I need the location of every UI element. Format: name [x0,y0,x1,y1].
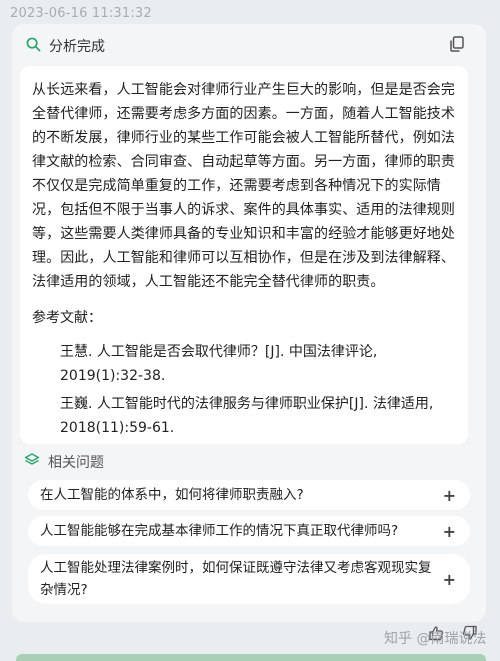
related-question-text: 人工智能处理法律案例时，如何保证既遵守法律又考虑客观现实复杂情况? [40,560,432,598]
copy-button[interactable] [449,35,465,56]
message-timestamp: 2023-06-16 11:31:32 [10,6,152,21]
reference-item: 王巍. 人工智能时代的法律服务与律师职业保护[J]. 法律适用, 2018(11… [60,396,434,436]
related-question-text: 人工智能能够在完成基本律师工作的情况下真正取代律师吗? [40,523,399,539]
related-header: 相关问题 [24,452,104,472]
answer-bubble: 从长远来看，人工智能会对律师行业产生巨大的影响，但是是否会完全替代律师，还需要考… [20,66,468,444]
related-question[interactable]: 人工智能能够在完成基本律师工作的情况下真正取代律师吗? + [28,516,470,546]
references-title: 参考文献： [32,310,102,326]
answer-text: 从长远来看，人工智能会对律师行业产生巨大的影响，但是是否会完全替代律师，还需要考… [32,82,455,290]
plus-icon: + [442,569,456,589]
related-label: 相关问题 [48,455,104,471]
related-question-text: 在人工智能的体系中，如何将律师职责融入? [40,487,304,503]
layers-icon [24,452,40,472]
related-question[interactable]: 在人工智能的体系中，如何将律师职责融入? + [28,480,470,510]
chat-page: 2023-06-16 11:31:32 分析完成 从长远来看，人工智能会对律师行… [0,0,500,661]
references-list: 王慧. 人工智能是否会取代律师？[J]. 中国法律评论, 2019(1):32-… [32,340,458,440]
plus-icon: + [442,521,456,541]
related-question[interactable]: 人工智能处理法律案例时，如何保证既遵守法律又考虑客观现实复杂情况? + [28,554,470,604]
status-row: 分析完成 [26,36,105,56]
bottom-action-bar[interactable] [16,654,486,661]
copy-icon [450,35,464,56]
reference-item: 王慧. 人工智能是否会取代律师？[J]. 中国法律评论, 2019(1):32-… [60,344,378,384]
watermark: 知乎 @南瑞说法 [384,631,487,647]
plus-icon: + [442,485,456,505]
status-label: 分析完成 [49,39,105,55]
search-icon [26,37,41,56]
